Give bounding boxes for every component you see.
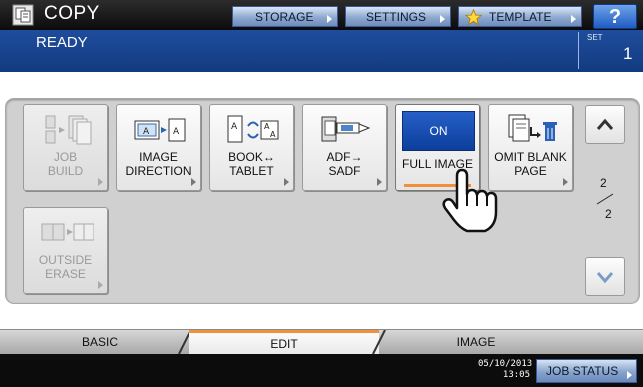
triangle-right-icon bbox=[327, 15, 332, 23]
storage-button-label: STORAGE bbox=[255, 10, 314, 24]
triangle-right-icon bbox=[191, 178, 196, 186]
chevron-up-icon bbox=[596, 118, 614, 130]
omit-blank-page-icon bbox=[508, 114, 557, 142]
triangle-right-icon bbox=[377, 178, 382, 186]
settings-button-label: SETTINGS bbox=[366, 10, 427, 24]
adf-sadf-icon bbox=[321, 116, 371, 142]
settings-button[interactable]: SETTINGS bbox=[345, 6, 451, 27]
triangle-right-icon bbox=[627, 371, 632, 379]
date-time: 05/10/2013 13:05 bbox=[478, 359, 533, 381]
job-build-button[interactable]: JOB BUILD bbox=[23, 104, 108, 191]
image-direction-label: IMAGE DIRECTION bbox=[125, 150, 192, 178]
copy-screen: COPY STORAGE SETTINGS TEMPLATE ? READY S… bbox=[0, 0, 643, 387]
svg-text:A: A bbox=[143, 127, 150, 137]
job-build-icon bbox=[45, 115, 92, 145]
template-button[interactable]: TEMPLATE bbox=[458, 6, 582, 27]
triangle-right-icon bbox=[98, 281, 103, 289]
full-image-on-indicator: ON bbox=[402, 111, 475, 151]
book-tablet-button[interactable]: A A A BOOK↔ TABLET bbox=[209, 104, 294, 191]
star-icon bbox=[465, 9, 482, 26]
time-text: 13:05 bbox=[502, 370, 530, 380]
book-tablet-icon: A A A bbox=[227, 115, 279, 143]
book-tablet-label: BOOK↔ TABLET bbox=[228, 150, 275, 178]
image-direction-button[interactable]: A A IMAGE DIRECTION bbox=[116, 104, 201, 191]
omit-blank-page-label: OMIT BLANK PAGE bbox=[494, 150, 567, 178]
tab-edit[interactable]: EDIT bbox=[189, 330, 379, 355]
image-direction-icon: A A bbox=[134, 118, 186, 142]
top-bar: COPY STORAGE SETTINGS TEMPLATE ? bbox=[0, 0, 643, 30]
storage-button[interactable]: STORAGE bbox=[232, 6, 338, 27]
adf-sadf-label: ADF→ SADF bbox=[326, 150, 363, 178]
svg-text:A: A bbox=[270, 130, 276, 139]
help-button[interactable]: ? bbox=[593, 4, 637, 29]
date-text: 05/10/2013 bbox=[478, 359, 533, 369]
page-divider bbox=[596, 193, 614, 205]
set-label: SET bbox=[587, 33, 603, 42]
outside-erase-icon bbox=[41, 223, 94, 241]
job-status-button[interactable]: JOB STATUS bbox=[536, 359, 637, 383]
app-title: COPY bbox=[44, 3, 100, 24]
scroll-up-button[interactable] bbox=[585, 105, 625, 144]
copy-app-icon bbox=[12, 4, 34, 26]
job-status-label: JOB STATUS bbox=[546, 364, 619, 378]
pointing-hand-icon bbox=[442, 168, 498, 233]
triangle-right-icon bbox=[98, 178, 103, 186]
set-divider bbox=[578, 32, 579, 69]
svg-text:A: A bbox=[231, 122, 238, 132]
scroll-down-button[interactable] bbox=[585, 257, 625, 296]
triangle-right-icon bbox=[284, 178, 289, 186]
triangle-right-icon bbox=[440, 15, 445, 23]
tab-basic[interactable]: BASIC bbox=[10, 330, 190, 354]
page-total: 2 bbox=[605, 207, 612, 221]
status-text: READY bbox=[36, 34, 88, 51]
set-count: 1 bbox=[623, 44, 633, 63]
page-current: 2 bbox=[600, 176, 607, 190]
job-build-label: JOB BUILD bbox=[47, 150, 84, 178]
adf-sadf-button[interactable]: ADF→ SADF bbox=[302, 104, 387, 191]
triangle-right-icon bbox=[563, 178, 568, 186]
template-button-label: TEMPLATE bbox=[489, 10, 552, 24]
outside-erase-label: OUTSIDE ERASE bbox=[38, 253, 93, 281]
triangle-right-icon bbox=[571, 15, 576, 23]
outside-erase-button[interactable]: OUTSIDE ERASE bbox=[23, 207, 108, 294]
status-bar: READY SET 1 bbox=[0, 30, 643, 72]
tab-image[interactable]: IMAGE bbox=[376, 330, 576, 354]
omit-blank-page-button[interactable]: OMIT BLANK PAGE bbox=[488, 104, 573, 191]
svg-text:A: A bbox=[173, 127, 180, 137]
chevron-down-icon bbox=[596, 272, 614, 284]
